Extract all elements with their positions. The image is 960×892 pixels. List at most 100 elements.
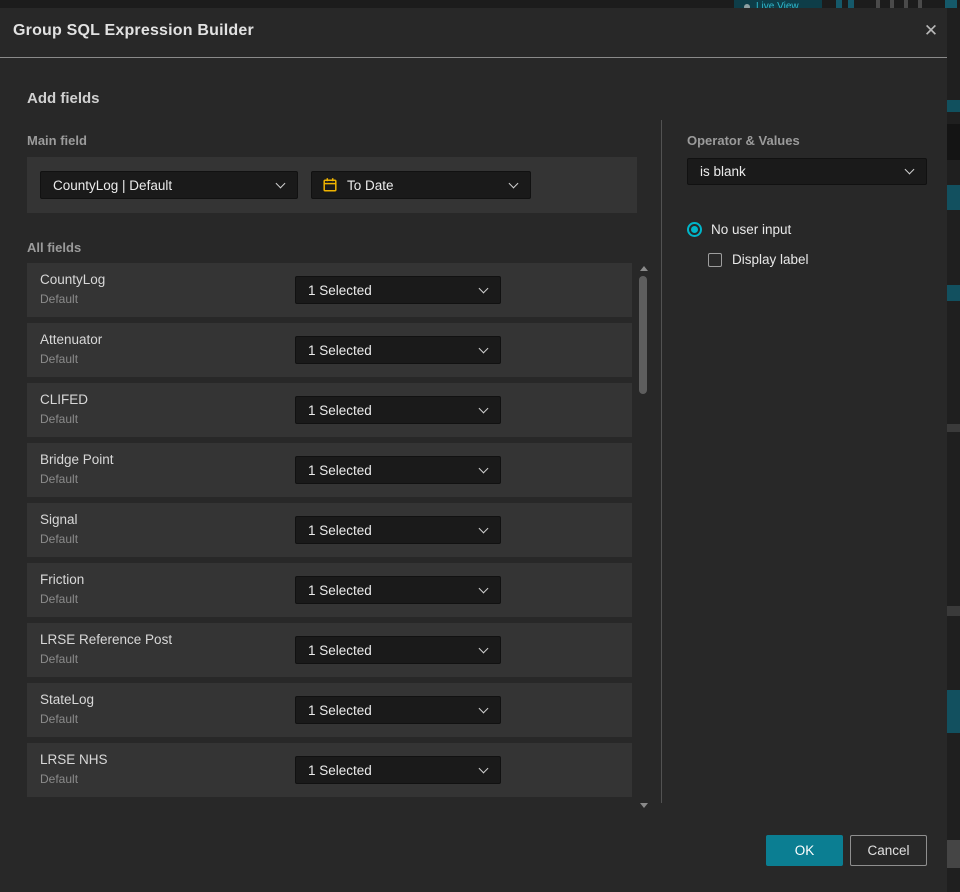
field-selected-value: 1 Selected [308,702,372,718]
field-subtitle: Default [40,352,79,366]
date-field-select-value: To Date [347,177,394,193]
background-toolbar-fragment [876,0,880,8]
field-name: LRSE Reference Post [40,632,173,647]
group-sql-expression-builder-dialog: Group SQL Expression Builder ✕ Add field… [0,8,947,892]
field-subtitle: Default [40,412,79,426]
field-selected-dropdown[interactable]: 1 Selected [295,276,501,304]
add-fields-heading: Add fields [27,90,100,107]
checkbox-unchecked-icon [708,252,722,267]
field-name: CLIFED [40,392,89,407]
chevron-down-icon [478,463,489,473]
all-fields-label: All fields [27,240,82,255]
field-selected-value: 1 Selected [308,282,372,298]
background-fragment [947,285,960,301]
field-selected-dropdown[interactable]: 1 Selected [295,456,501,484]
field-subtitle: Default [40,652,79,666]
chevron-down-icon [478,763,489,773]
field-row: CLIFED Default 1 Selected [27,383,632,437]
cancel-button[interactable]: Cancel [850,835,927,866]
field-name: Attenuator [40,332,103,347]
background-toolbar-fragment [890,0,894,8]
close-icon[interactable]: ✕ [918,18,944,44]
field-name: LRSE NHS [40,752,108,767]
panel-divider [661,120,662,803]
main-field-label: Main field [27,133,87,148]
background-app-right-sliver [947,8,960,892]
background-fragment [947,100,960,112]
field-selected-dropdown[interactable]: 1 Selected [295,516,501,544]
field-selected-value: 1 Selected [308,582,372,598]
dialog-title: Group SQL Expression Builder [13,22,254,39]
background-fragment [947,840,960,868]
background-fragment [947,124,960,160]
background-fragment [947,690,960,733]
field-selected-value: 1 Selected [308,342,372,358]
field-list-scrollbar[interactable] [638,263,649,811]
chevron-down-icon [904,164,915,175]
field-row: CountyLog Default 1 Selected [27,263,632,317]
field-subtitle: Default [40,292,79,306]
field-selected-dropdown[interactable]: 1 Selected [295,396,501,424]
background-app-top-strip: Live View [0,0,960,8]
all-fields-list: CountyLog Default 1 Selected Attenuator … [27,263,632,803]
field-row: Bridge Point Default 1 Selected [27,443,632,497]
operator-select-value: is blank [700,164,746,179]
calendar-icon [323,178,337,192]
main-field-select[interactable]: CountyLog | Default [40,171,298,199]
field-selected-value: 1 Selected [308,462,372,478]
field-selected-dropdown[interactable]: 1 Selected [295,756,501,784]
operator-select[interactable]: is blank [687,158,927,185]
field-row: LRSE NHS Default 1 Selected [27,743,632,797]
no-user-input-radio[interactable]: No user input [687,222,791,237]
field-selected-value: 1 Selected [308,402,372,418]
main-field-panel: CountyLog | Default To Date [27,157,637,213]
operator-values-label: Operator & Values [687,133,800,148]
chevron-down-icon [478,283,489,293]
radio-selected-icon [687,222,702,237]
field-name: StateLog [40,692,95,707]
field-selected-value: 1 Selected [308,522,372,538]
background-toolbar-fragment [904,0,908,8]
field-row: LRSE Reference Post Default 1 Selected [27,623,632,677]
chevron-down-icon [478,403,489,413]
scrollbar-thumb[interactable] [639,276,647,394]
field-subtitle: Default [40,712,79,726]
live-view-button[interactable]: Live View [734,0,822,8]
field-selected-value: 1 Selected [308,762,372,778]
ok-button[interactable]: OK [766,835,843,866]
chevron-down-icon [478,523,489,533]
field-row: Friction Default 1 Selected [27,563,632,617]
field-selected-value: 1 Selected [308,642,372,658]
field-selected-dropdown[interactable]: 1 Selected [295,336,501,364]
no-user-input-label: No user input [711,222,792,237]
chevron-down-icon [508,178,519,188]
live-view-label: Live View [756,1,799,8]
field-selected-dropdown[interactable]: 1 Selected [295,696,501,724]
field-subtitle: Default [40,772,79,786]
chevron-down-icon [478,343,489,353]
display-label-label: Display label [732,252,809,267]
background-toolbar-fragment [918,0,922,8]
field-name: Bridge Point [40,452,114,467]
scroll-up-icon[interactable] [640,266,648,271]
field-row: StateLog Default 1 Selected [27,683,632,737]
dialog-header: Group SQL Expression Builder ✕ [0,8,947,57]
main-field-select-value: CountyLog | Default [53,177,173,193]
chevron-down-icon [478,583,489,593]
field-name: Friction [40,572,85,587]
field-row: Signal Default 1 Selected [27,503,632,557]
header-divider [0,57,947,58]
field-selected-dropdown[interactable]: 1 Selected [295,636,501,664]
field-subtitle: Default [40,592,79,606]
field-name: CountyLog [40,272,106,287]
field-selected-dropdown[interactable]: 1 Selected [295,576,501,604]
scroll-down-icon[interactable] [640,803,648,808]
chevron-down-icon [478,703,489,713]
field-name: Signal [40,512,78,527]
field-subtitle: Default [40,472,79,486]
background-toolbar-fragment [848,0,854,8]
background-toolbar-fragment [945,0,957,8]
display-label-checkbox[interactable]: Display label [708,252,809,267]
date-field-select[interactable]: To Date [311,171,531,199]
background-fragment [947,606,960,616]
